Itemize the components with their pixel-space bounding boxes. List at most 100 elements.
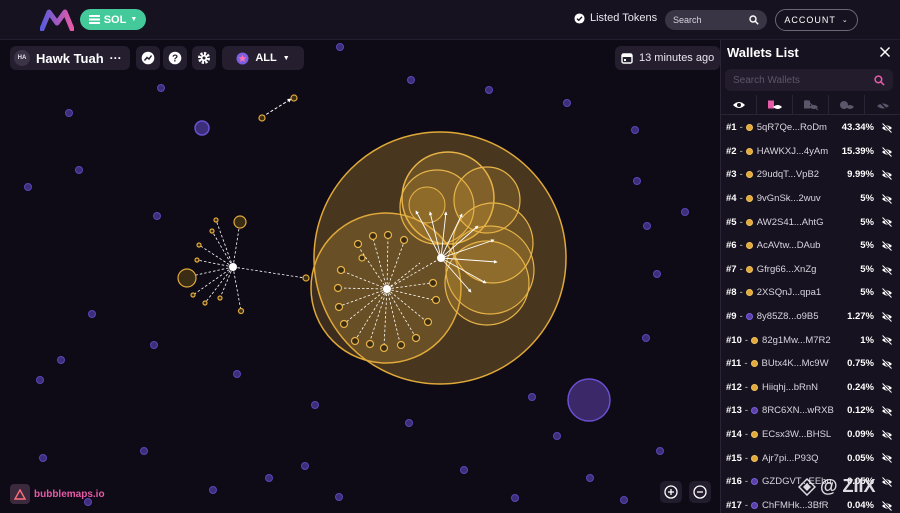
token-selector[interactable]: HA Hawk Tuah ··· [10, 46, 130, 70]
wallet-search[interactable] [725, 69, 893, 91]
eye-off-icon[interactable] [881, 500, 893, 512]
table-row[interactable]: #1- 5qR7Qe...RoDm 43.34% [721, 116, 900, 140]
warning-icon[interactable] [10, 484, 30, 504]
eye-off-icon[interactable] [881, 240, 893, 252]
zoom-in-button[interactable] [660, 481, 682, 503]
eye-off-icon[interactable] [881, 216, 893, 228]
tab-exchanges[interactable] [793, 95, 829, 115]
table-row[interactable]: #10- 82g1Mw...M7R2 1% [721, 328, 900, 352]
watermark-label: @ ZIIX [820, 476, 876, 496]
table-row[interactable]: #5- AW2S41...AhtG 5% [721, 210, 900, 234]
wallet-rank: #5 [726, 216, 737, 228]
watermark: @ ZIIX [798, 476, 876, 497]
table-row[interactable]: #2- HAWKXJ...4yAm 15.39% [721, 140, 900, 164]
solana-icon [88, 15, 100, 24]
separator: - [739, 263, 743, 275]
more-options-icon[interactable]: ··· [110, 51, 122, 65]
help-button[interactable]: ? [163, 46, 187, 70]
sidebar-title: Wallets List [727, 45, 799, 60]
search-icon[interactable] [749, 15, 759, 25]
wallet-address: ECsx3W...BHSL [762, 429, 832, 441]
settings-button[interactable] [192, 46, 216, 70]
chart-button[interactable] [136, 46, 160, 70]
wallet-rank: #11 [726, 358, 742, 370]
bubble-map[interactable] [0, 40, 720, 513]
separator: - [739, 169, 743, 181]
filter-dropdown[interactable]: ALL ▼ [222, 46, 304, 70]
svg-text:?: ? [172, 54, 178, 65]
eye-off-icon[interactable] [881, 429, 893, 441]
wallet-percentage: 1% [860, 334, 874, 346]
account-button[interactable]: ACCOUNT ⌄ [775, 9, 858, 31]
wallet-percentage: 0.04% [847, 499, 874, 511]
table-row[interactable]: #3- 29udqT...VpB2 9.99% [721, 163, 900, 187]
gear-icon [198, 52, 210, 64]
token-search-input[interactable] [673, 15, 743, 25]
wallet-rank: #16 [726, 476, 742, 488]
bubblemaps-logo-icon[interactable] [40, 9, 74, 31]
eye-off-icon[interactable] [881, 358, 893, 370]
close-icon[interactable] [879, 46, 891, 58]
zoom-out-button[interactable] [689, 481, 711, 503]
wallet-color-dot [751, 454, 759, 462]
eye-off-icon[interactable] [881, 193, 893, 205]
eye-off-icon[interactable] [881, 476, 893, 488]
tab-contracts[interactable] [757, 95, 793, 115]
help-icon: ? [168, 51, 182, 65]
wallet-search-input[interactable] [733, 74, 863, 86]
wallet-address: Hiiqhj...bRnN [762, 381, 818, 393]
listed-tokens-link[interactable]: Listed Tokens [574, 12, 657, 24]
wallet-rank: #14 [726, 429, 742, 441]
eye-off-icon[interactable] [881, 405, 893, 417]
separator: - [739, 145, 743, 157]
zoom-out-icon [693, 485, 707, 499]
tab-other[interactable] [829, 95, 865, 115]
chain-label: SOL [103, 13, 127, 26]
wallet-color-dot [745, 242, 753, 250]
eye-off-icon[interactable] [881, 382, 893, 394]
eye-off-icon[interactable] [881, 334, 893, 346]
table-row[interactable]: #7- Gfrg66...XnZg 5% [721, 258, 900, 282]
wallet-percentage: 1.27% [847, 311, 874, 323]
wallet-rank: #7 [726, 263, 737, 275]
wallet-percentage: 5% [860, 193, 874, 205]
token-search[interactable] [665, 10, 767, 30]
wallet-rank: #8 [726, 287, 737, 299]
wallet-color-dot [751, 336, 759, 344]
eye-off-icon[interactable] [881, 146, 893, 158]
eye-off-icon[interactable] [881, 287, 893, 299]
table-row[interactable]: #13- 8RC6XN...wRXB 0.12% [721, 399, 900, 423]
separator: - [744, 476, 749, 488]
table-row[interactable]: #15- Ajr7pi...P93Q 0.05% [721, 446, 900, 470]
chain-selector[interactable]: SOL ▼ [80, 9, 146, 30]
table-row[interactable]: #8- 2XSQnJ...qpa1 5% [721, 281, 900, 305]
wallet-address: AcAVtw...DAub [756, 240, 821, 252]
table-row[interactable]: #11- BUtx4K...Mc9W 0.75% [721, 352, 900, 376]
brand-footer[interactable]: bubblemaps.io [10, 484, 105, 504]
last-update[interactable]: 13 minutes ago [615, 46, 721, 70]
wallet-rank: #2 [726, 145, 737, 157]
wallet-rank: #3 [726, 169, 737, 181]
tab-hidden[interactable] [865, 95, 900, 115]
eye-off-icon[interactable] [881, 169, 893, 181]
eye-off-icon[interactable] [881, 264, 893, 276]
holder-bubble-violet [194, 120, 210, 136]
chevron-down-icon: ▼ [130, 16, 138, 23]
table-row[interactable]: #6- AcAVtw...DAub 5% [721, 234, 900, 258]
wallet-address: AW2S41...AhtG [756, 216, 824, 228]
eye-off-icon[interactable] [881, 122, 893, 134]
wallets-sidebar: Wallets List Search Wallets #1 - 5qR7Qe.… [720, 40, 900, 513]
table-row[interactable]: #9- 8y85Z8...o9B5 1.27% [721, 305, 900, 329]
table-row[interactable]: #14- ECsx3W...BHSL 0.09% [721, 423, 900, 447]
wallet-list: #1-5qR7Qe...RoDm 43.34% #2- HAWKXJ...4yAm 15… [721, 116, 900, 513]
eye-off-icon[interactable] [881, 311, 893, 323]
wallet-address: 8y85Z8...o9B5 [756, 311, 819, 323]
wallet-rank: #10 [726, 334, 742, 346]
left-cluster [186, 219, 306, 312]
table-row[interactable]: #4- 9vGnSk...2wuv 5% [721, 187, 900, 211]
eye-off-icon[interactable] [881, 452, 893, 464]
tab-show-all[interactable] [721, 95, 757, 115]
search-icon[interactable] [874, 74, 885, 86]
eye-off-icon [877, 99, 889, 111]
table-row[interactable]: #12- Hiiqhj...bRnN 0.24% [721, 376, 900, 400]
